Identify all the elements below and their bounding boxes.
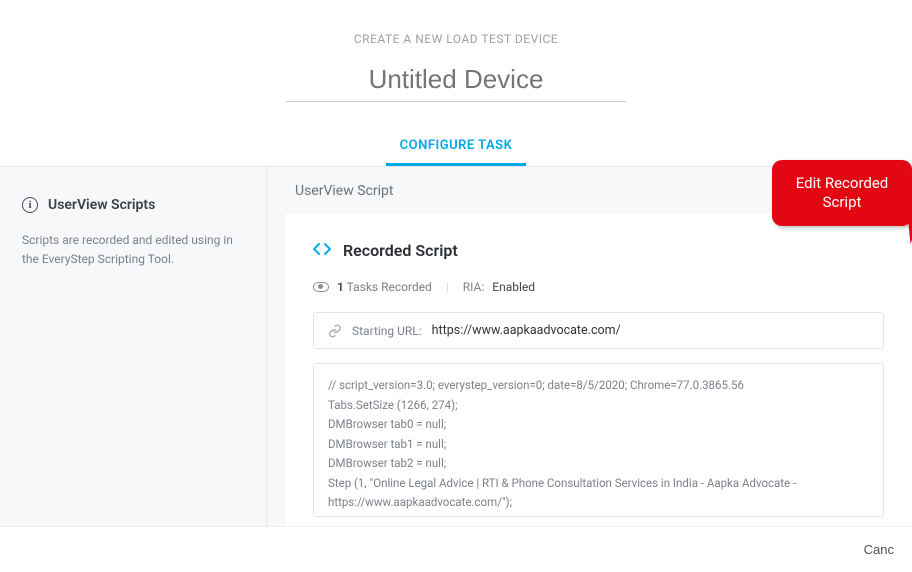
recorded-script-card: Recorded Script 1 Tasks Recorded | RIA: … (285, 213, 912, 546)
link-icon (328, 324, 342, 338)
device-name-field-wrap (286, 64, 626, 102)
card-title: Recorded Script (343, 241, 458, 260)
callout-edit-recorded-script: Edit Recorded Script (772, 160, 912, 226)
script-body[interactable]: // script_version=3.0; everystep_version… (313, 363, 884, 517)
sidebar: i UserView Scripts Scripts are recorded … (0, 167, 267, 546)
cancel-button[interactable]: Canc (864, 542, 894, 557)
starting-url-value: https://www.aapkaadvocate.com/ (432, 323, 621, 338)
tab-configure-task[interactable]: CONFIGURE TASK (386, 130, 527, 166)
page-subtitle: CREATE A NEW LOAD TEST DEVICE (0, 32, 912, 46)
device-name-input[interactable] (326, 64, 586, 95)
starting-url-row: Starting URL: https://www.aapkaadvocate.… (313, 312, 884, 349)
tasks-label: Tasks Recorded (347, 280, 432, 294)
starting-url-label: Starting URL: (352, 324, 422, 338)
eye-icon (313, 282, 329, 292)
recorded-script-meta: 1 Tasks Recorded | RIA: Enabled (313, 280, 884, 294)
sidebar-title: UserView Scripts (48, 197, 155, 213)
footer: Canc (0, 526, 912, 572)
code-icon (313, 241, 331, 260)
callout-text: Edit Recorded Script (796, 174, 889, 211)
ria-label: RIA: (463, 280, 485, 294)
tasks-count: 1 (337, 280, 344, 294)
ria-value: Enabled (492, 280, 535, 294)
sidebar-description: Scripts are recorded and edited using in… (22, 231, 244, 269)
info-icon: i (22, 197, 38, 213)
